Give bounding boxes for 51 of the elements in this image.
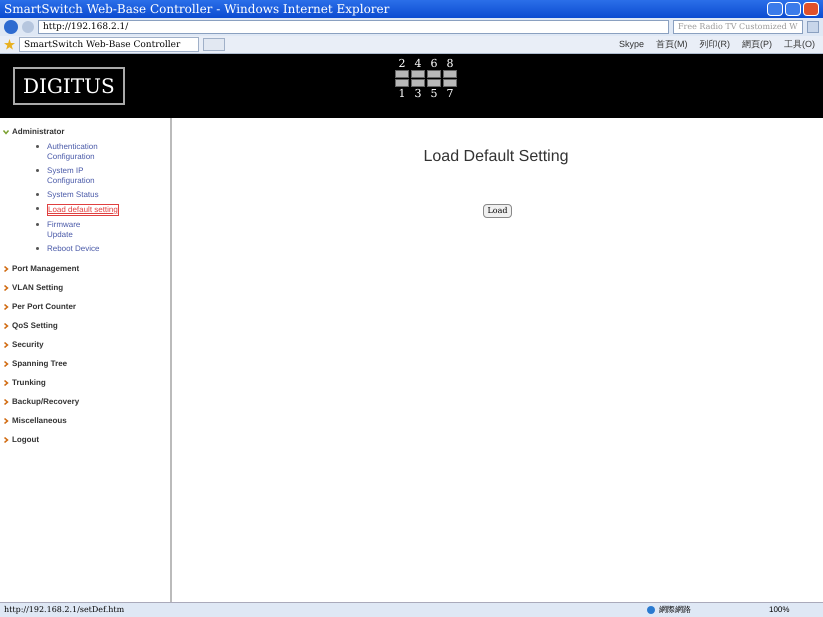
sidebar-link[interactable]: Authentication Configuration	[47, 142, 107, 162]
port-number: 4	[414, 58, 422, 69]
bullet-icon	[36, 223, 39, 226]
port-number: 3	[414, 88, 422, 99]
page-heading: Load Default Setting	[424, 147, 568, 167]
port-number: 5	[430, 88, 438, 99]
sidebar-item[interactable]: Logout	[12, 434, 40, 446]
sidebar-item[interactable]: Security	[12, 339, 44, 351]
port-number: 1	[398, 88, 406, 99]
maximize-button[interactable]	[785, 2, 801, 16]
globe-icon	[647, 606, 655, 614]
bullet-icon	[36, 193, 39, 196]
sidebar-link[interactable]: System IP Configuration	[47, 166, 107, 186]
bullet-icon	[36, 207, 39, 210]
sidebar-link[interactable]: System Status	[47, 190, 107, 200]
toolbar-button[interactable]: 工具(O)	[780, 38, 819, 52]
minimize-button[interactable]	[767, 2, 783, 16]
port-number: 6	[430, 58, 438, 69]
zoom-level[interactable]: 100%	[769, 604, 819, 616]
port-number: 8	[446, 58, 454, 69]
sidebar-link[interactable]: Reboot Device	[47, 244, 107, 254]
port-number: 7	[446, 88, 454, 99]
toolbar-button[interactable]: Skype	[614, 38, 648, 52]
sidebar-item[interactable]: QoS Setting	[12, 320, 58, 332]
port-number: 2	[398, 58, 406, 69]
sidebar-item[interactable]: VLAN Setting	[12, 282, 64, 294]
load-button[interactable]: Load	[483, 204, 512, 218]
sidebar-item[interactable]: Per Port Counter	[12, 301, 76, 313]
favorites-star-icon[interactable]	[4, 39, 15, 50]
sidebar-item[interactable]: Miscellaneous	[12, 415, 67, 427]
zone-label: 網際網路	[659, 604, 692, 616]
toolbar-button[interactable]: 首頁(M)	[652, 38, 692, 52]
sidebar-link[interactable]: Firmware Update	[47, 220, 107, 240]
sidebar-item[interactable]: Backup/Recovery	[12, 396, 80, 408]
toolbar-button[interactable]: 網頁(P)	[738, 38, 776, 52]
window-title: SmartSwitch Web-Base Controller - Windows Internet Explorer	[4, 1, 390, 18]
sidebar-item[interactable]: Spanning Tree	[12, 358, 68, 370]
sidebar-item[interactable]: Administrator	[12, 126, 64, 138]
logo: DIGITUS	[13, 67, 125, 105]
bullet-icon	[36, 145, 39, 148]
toolbar-button[interactable]: 列印(R)	[696, 38, 734, 52]
sidebar-item[interactable]: Trunking	[12, 377, 46, 389]
bullet-icon	[36, 169, 39, 172]
address-field[interactable]: http://192.168.2.1/	[38, 20, 669, 34]
close-button[interactable]	[803, 2, 819, 16]
back-icon[interactable]	[4, 20, 18, 34]
bullet-icon	[36, 247, 39, 250]
sidebar-item[interactable]: Port Management	[12, 263, 80, 275]
sidebar-link[interactable]: Load default setting	[47, 204, 119, 216]
status-url: http://192.168.2.1/setDef.htm	[4, 604, 126, 616]
browser-tab[interactable]: SmartSwitch Web-Base Controller	[19, 37, 199, 52]
